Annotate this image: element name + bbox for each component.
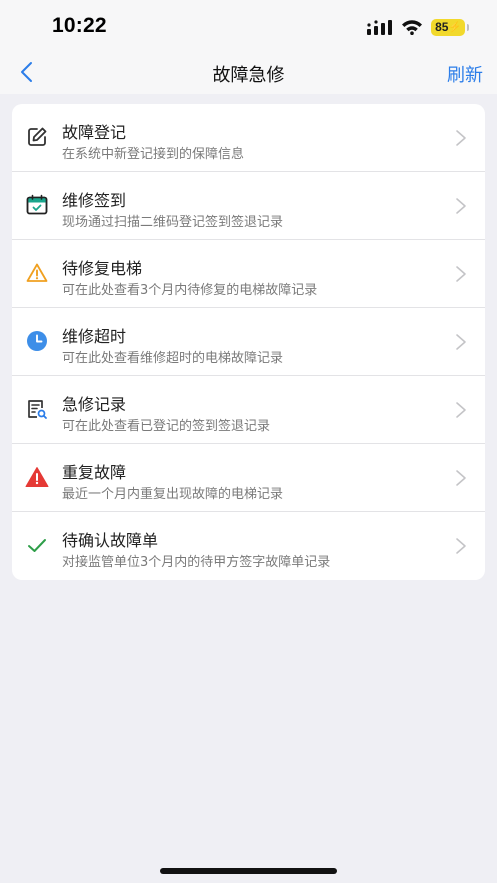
clock-icon xyxy=(27,331,47,351)
calendar-check-icon xyxy=(26,194,48,215)
chevron-right-icon xyxy=(456,198,466,214)
menu-item-fault-registration[interactable]: 故障登记 在系统中新登记接到的保障信息 xyxy=(12,104,485,172)
menu-item-repair-checkin[interactable]: 维修签到 现场通过扫描二维码登记签到签退记录 xyxy=(12,172,485,240)
charging-bolt-icon: ⚡ xyxy=(448,21,461,33)
menu-item-subtitle: 在系统中新登记接到的保障信息 xyxy=(62,147,245,162)
chevron-right-icon xyxy=(456,130,466,146)
status-bar: 10:22 85 ⚡ xyxy=(0,0,497,52)
menu-item-pending-confirmation[interactable]: 待确认故障单 对接监管单位3个月内的待甲方签字故障单记录 xyxy=(12,512,485,580)
menu-item-title: 重复故障 xyxy=(62,463,127,482)
menu-item-title: 待确认故障单 xyxy=(62,531,159,550)
menu-item-subtitle: 可在此处查看维修超时的电梯故障记录 xyxy=(62,351,284,366)
menu-item-title: 急修记录 xyxy=(62,395,127,414)
chevron-right-icon xyxy=(456,402,466,418)
status-time: 10:22 xyxy=(52,14,107,37)
menu-item-pending-repair[interactable]: 待修复电梯 可在此处查看3个月内待修复的电梯故障记录 xyxy=(12,240,485,308)
document-search-icon xyxy=(28,400,47,419)
warning-outline-icon xyxy=(26,263,48,282)
chevron-right-icon xyxy=(456,470,466,486)
page-title: 故障急修 xyxy=(212,65,285,86)
warning-filled-icon xyxy=(25,467,49,487)
menu-item-repair-timeout[interactable]: 维修超时 可在此处查看维修超时的电梯故障记录 xyxy=(12,308,485,376)
menu-item-subtitle: 现场通过扫描二维码登记签到签退记录 xyxy=(62,215,284,230)
menu-item-subtitle: 可在此处查看3个月内待修复的电梯故障记录 xyxy=(62,283,318,298)
menu-item-title: 待修复电梯 xyxy=(62,259,143,278)
chevron-right-icon xyxy=(456,266,466,282)
menu-item-subtitle: 对接监管单位3个月内的待甲方签字故障单记录 xyxy=(62,555,331,570)
menu-item-title: 维修超时 xyxy=(62,327,127,346)
home-indicator[interactable] xyxy=(160,868,337,874)
checkmark-icon xyxy=(28,539,46,552)
battery-level: 85 xyxy=(435,20,449,34)
status-icons: 85 ⚡ xyxy=(367,16,469,38)
menu-item-subtitle: 可在此处查看已登记的签到签退记录 xyxy=(62,419,271,434)
menu-item-title: 维修签到 xyxy=(62,191,127,210)
menu-item-title: 故障登记 xyxy=(62,123,127,142)
menu-item-repair-records[interactable]: 急修记录 可在此处查看已登记的签到签退记录 xyxy=(12,376,485,444)
chevron-right-icon xyxy=(456,538,466,554)
navigation-bar: 故障急修 刷新 xyxy=(0,52,497,94)
chevron-right-icon xyxy=(456,334,466,350)
refresh-button[interactable]: 刷新 xyxy=(447,61,483,87)
menu-item-subtitle: 最近一个月内重复出现故障的电梯记录 xyxy=(62,487,284,502)
menu-item-repeat-fault[interactable]: 重复故障 最近一个月内重复出现故障的电梯记录 xyxy=(12,444,485,512)
battery-indicator: 85 ⚡ xyxy=(431,18,469,36)
menu-list: 故障登记 在系统中新登记接到的保障信息 维修签到 现场通过扫描二维码登记签到签退… xyxy=(12,104,485,580)
wifi-icon xyxy=(402,20,422,35)
edit-icon xyxy=(28,127,47,146)
cellular-signal-icon xyxy=(367,20,392,35)
